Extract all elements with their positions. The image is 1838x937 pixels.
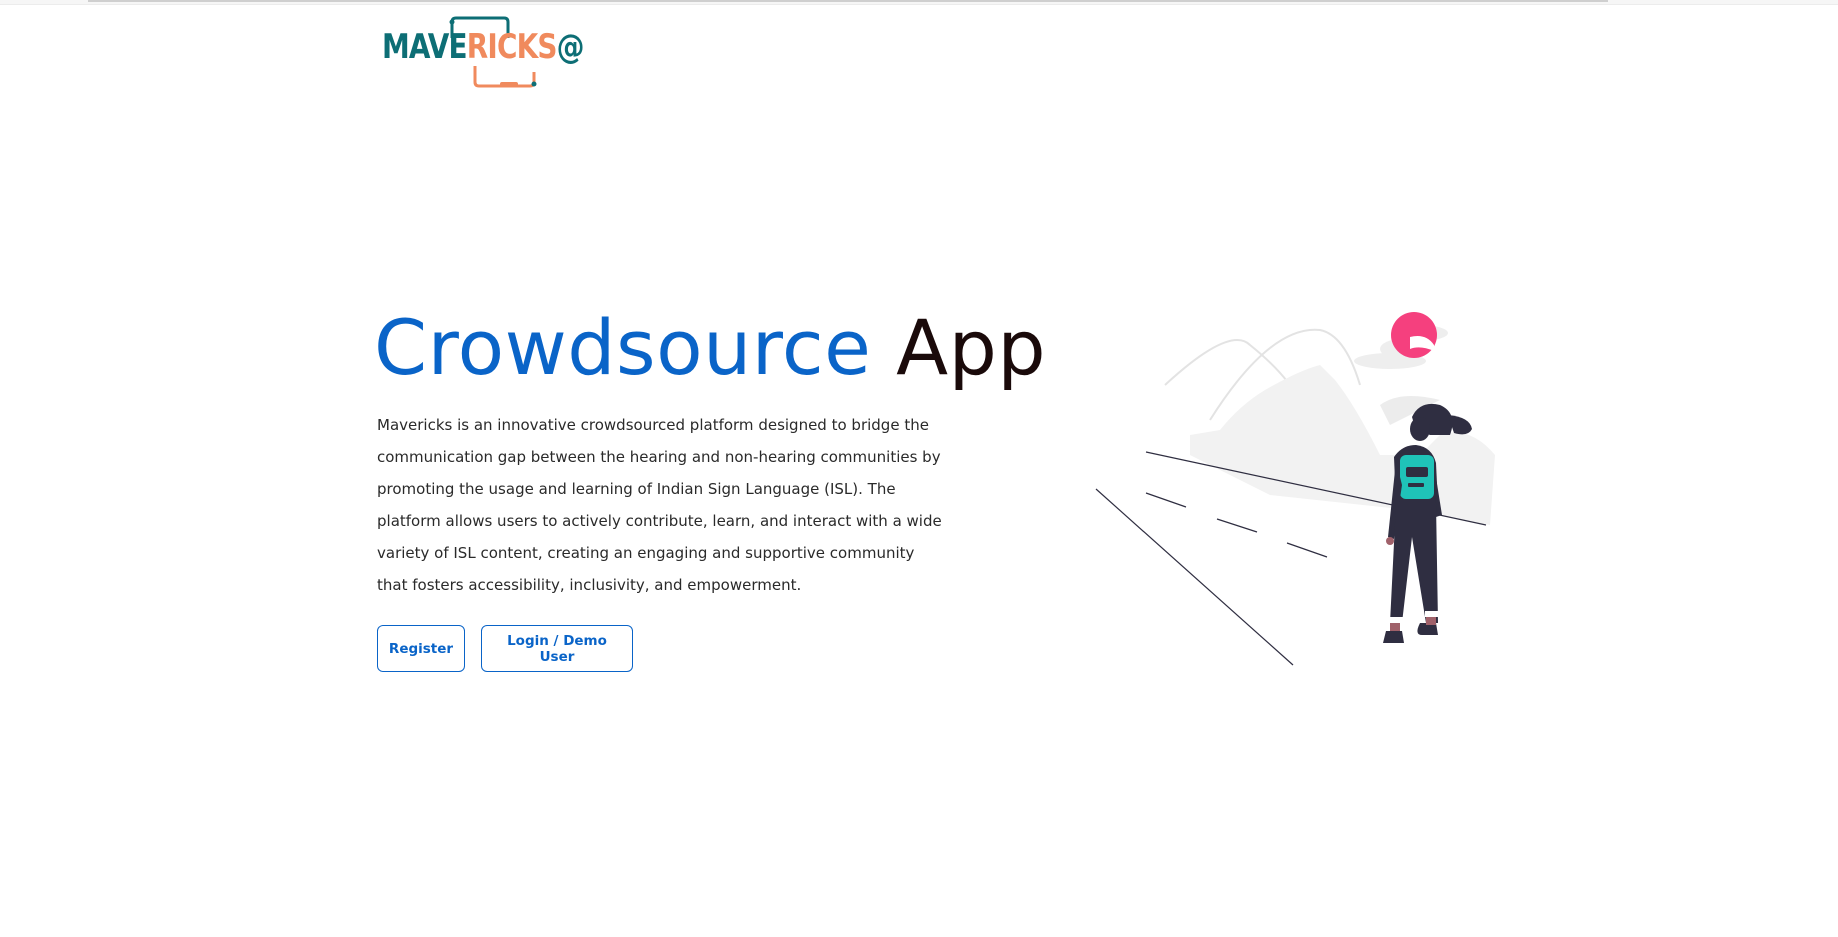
login-demo-user-button[interactable]: Login / Demo User bbox=[481, 625, 633, 672]
logo-text-at: @ bbox=[556, 27, 585, 67]
mavericks-logo[interactable]: MAVERICKS@ bbox=[380, 16, 585, 90]
logo-text-mave: MAVE bbox=[382, 27, 468, 67]
hero-title: Crowdsource App bbox=[374, 304, 1046, 392]
hero-title-crowdsource: Crowdsource bbox=[374, 303, 872, 392]
register-button[interactable]: Register bbox=[377, 625, 465, 672]
logo-text-ricks: RICKS bbox=[466, 27, 558, 67]
sun-icon bbox=[1391, 312, 1437, 358]
hero-description: Mavericks is an innovative crowdsourced … bbox=[377, 416, 942, 594]
woman-looking-at-mountains-illustration bbox=[1095, 312, 1495, 666]
hero-title-app: App bbox=[896, 303, 1047, 392]
logo-wordmark: MAVERICKS@ bbox=[382, 27, 585, 67]
horizontal-scrollbar[interactable] bbox=[88, 0, 1608, 2]
browser-top-bar bbox=[0, 0, 1838, 5]
